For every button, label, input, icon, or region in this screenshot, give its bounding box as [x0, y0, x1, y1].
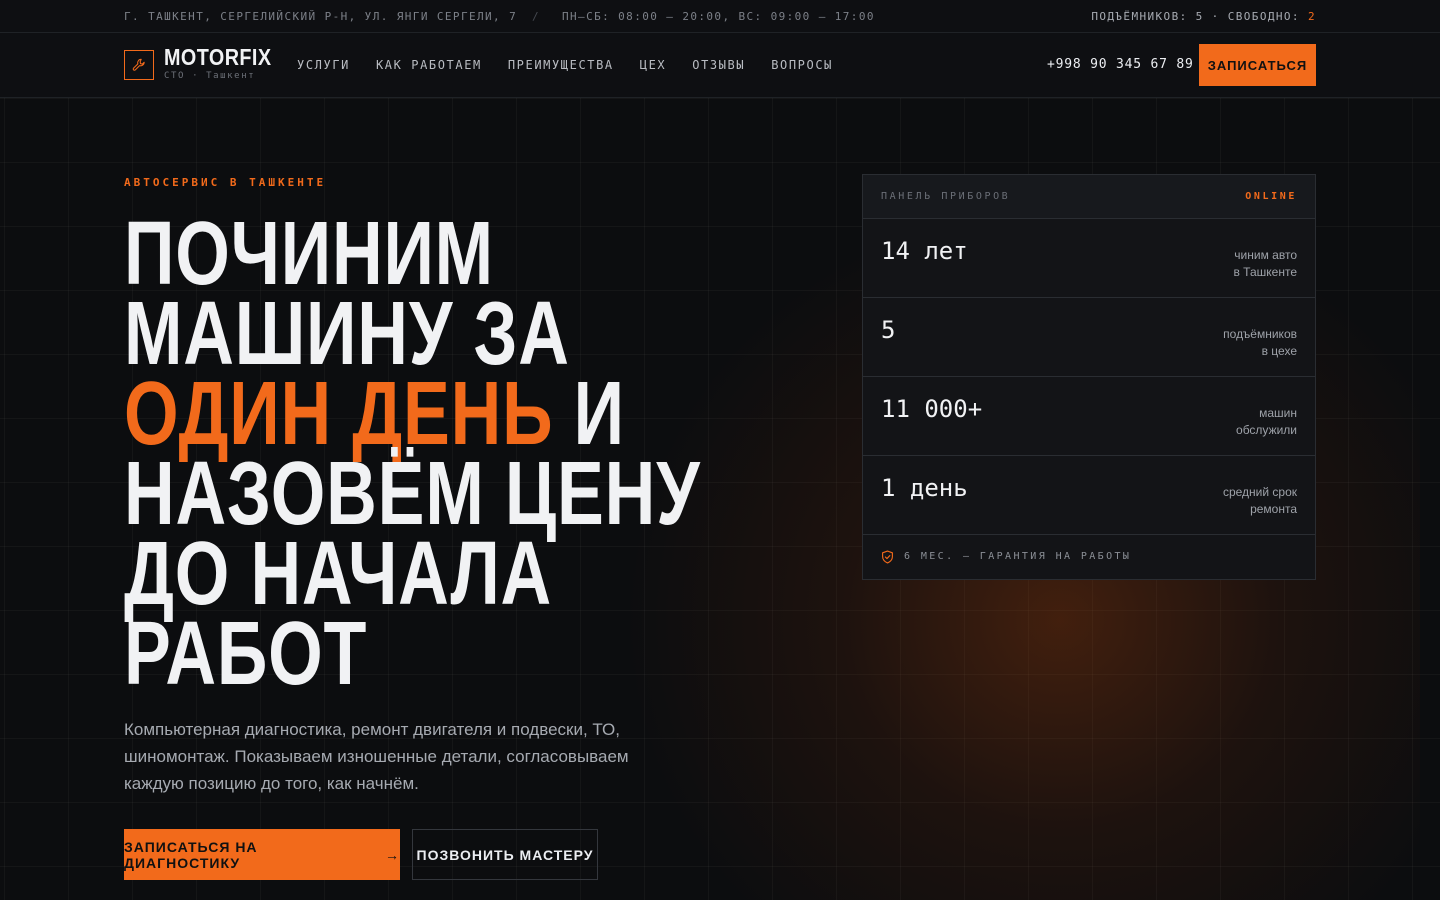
- brand-name[interactable]: MOTORFIX: [164, 44, 271, 71]
- headline-line-2: МАШИНУ ЗА: [124, 284, 570, 384]
- headline-line-6: РАБОТ: [124, 604, 368, 704]
- brand-subtitle: СТО · Ташкент: [164, 71, 256, 81]
- top-info-bar: Г. ТАШКЕНТ, СЕРГЕЛИЙСКИЙ Р-Н, УЛ. ЯНГИ С…: [0, 0, 1440, 33]
- book-diagnostics-label: ЗАПИСАТЬСЯ НА ДИАГНОСТИКУ: [124, 838, 258, 871]
- nav-item-advantages[interactable]: ПРЕИМУЩЕСТВА: [508, 58, 614, 72]
- working-hours: ПН–СБ: 08:00 – 20:00, ВС: 09:00 – 17:00: [562, 10, 875, 23]
- headline-line-3: ОДИН ДЕНЬ И: [124, 369, 686, 459]
- hero-eyebrow: АВТОСЕРВИС В ТАШКЕНТЕ: [124, 176, 327, 189]
- arrow-right-icon: →: [385, 846, 400, 863]
- headline-line-4: НАЗОВЁМ ЦЕНУ: [124, 444, 701, 544]
- lifts-status: ПОДЪЁМНИКОВ: 5 · СВОБОДНО: 2: [1091, 10, 1316, 23]
- lifts-label: ПОДЪЁМНИКОВ: 5 · СВОБОДНО:: [1091, 10, 1300, 23]
- headline-line-1: ПОЧИНИМ: [124, 204, 494, 304]
- nav-item-how-we-work[interactable]: КАК РАБОТАЕМ: [376, 58, 482, 72]
- warranty-text: 6 МЕС. — ГАРАНТИЯ НА РАБОТЫ: [904, 551, 1132, 562]
- lifts-free-count: 2: [1307, 10, 1316, 23]
- address-text: Г. ТАШКЕНТ, СЕРГЕЛИЙСКИЙ Р-Н, УЛ. ЯНГИ С…: [124, 10, 518, 23]
- panel-header: ПАНЕЛЬ ПРИБОРОВ ONLINE: [863, 175, 1315, 219]
- phone-link[interactable]: +998 90 345 67 89: [1047, 57, 1194, 72]
- main-nav: УСЛУГИ КАК РАБОТАЕМ ПРЕИМУЩЕСТВА ЦЕХ ОТЗ…: [297, 58, 859, 72]
- stat-row-repair-time: 1 день средний срок ремонта: [863, 456, 1315, 535]
- nav-item-reviews[interactable]: ОТЗЫВЫ: [692, 58, 745, 72]
- stat-value: 1 день: [881, 474, 968, 502]
- hero-lead: Компьютерная диагностика, ремонт двигате…: [124, 720, 629, 793]
- stat-row-cars: 11 000+ машин обслужили: [863, 377, 1315, 456]
- wrench-icon: [132, 58, 145, 71]
- status-badge: ONLINE: [1245, 191, 1297, 202]
- nav-item-faq[interactable]: ВОПРОСЫ: [771, 58, 833, 72]
- stat-value: 14 лет: [881, 237, 968, 265]
- headline-line-5: ДО НАЧАЛА: [124, 524, 553, 624]
- stat-label: машин обслужили: [1236, 406, 1297, 437]
- dashboard-panel: ПАНЕЛЬ ПРИБОРОВ ONLINE 14 лет чиним авто…: [862, 174, 1316, 580]
- shield-icon: [882, 549, 893, 564]
- nav-item-workshop[interactable]: ЦЕХ: [640, 58, 666, 72]
- nav-item-services[interactable]: УСЛУГИ: [297, 58, 350, 72]
- stat-value: 5: [881, 316, 896, 344]
- site-header: MOTORFIX СТО · Ташкент УСЛУГИ КАК РАБОТА…: [0, 33, 1440, 98]
- stat-label: средний срок ремонта: [1222, 485, 1297, 516]
- stat-label: подъёмников в цехе: [1223, 327, 1297, 358]
- stat-row-lifts: 5 подъёмников в цехе: [863, 298, 1315, 377]
- call-master-button[interactable]: ПОЗВОНИТЬ МАСТЕРУ: [412, 829, 598, 880]
- book-diagnostics-button[interactable]: ЗАПИСАТЬСЯ НА ДИАГНОСТИКУ →: [124, 829, 400, 880]
- stat-row-years: 14 лет чиним авто в Ташкенте: [863, 219, 1315, 298]
- warranty-note: 6 МЕС. — ГАРАНТИЯ НА РАБОТЫ: [863, 534, 1315, 579]
- signup-button[interactable]: ЗАПИСАТЬСЯ: [1199, 44, 1316, 86]
- hero-headline: ПОЧИНИМ МАШИНУ ЗА ОДИН ДЕНЬ И НАЗОВЁМ ЦЕ…: [124, 204, 701, 704]
- stat-label: чиним авто в Ташкенте: [1233, 248, 1297, 279]
- stat-value: 11 000+: [881, 395, 983, 423]
- logo-mark[interactable]: [124, 50, 154, 80]
- panel-title: ПАНЕЛЬ ПРИБОРОВ: [881, 191, 1011, 202]
- topbar-separator: /: [532, 10, 541, 23]
